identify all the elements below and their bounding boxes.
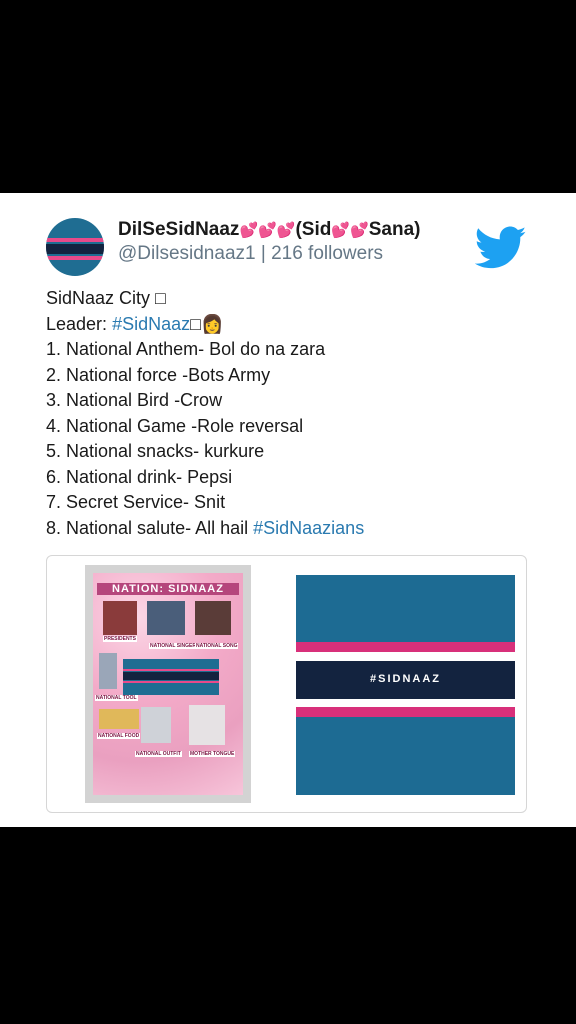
flag-stripe [123,681,219,683]
flag-stripe [296,707,515,717]
poster-label: NATIONAL TOOL [95,695,138,701]
poster-title: NATION: SIDNAAZ [97,583,239,595]
poster-label: NATIONAL OUTFIT [135,751,182,757]
poster-label: NATIONAL SINGER [149,643,197,649]
hashtag-link[interactable]: #SidNaazians [253,518,364,538]
twitter-bird-icon [475,226,527,269]
photo-thumbnail [103,601,137,635]
photo-thumbnail [189,705,225,745]
poster-flag [123,659,219,695]
poster-label: PRESIDENTS [103,636,137,642]
avatar-stripe [46,238,104,242]
hashtag-link[interactable]: #SidNaaz [112,314,190,334]
avatar[interactable] [46,218,104,276]
poster-label: NATIONAL SONG [195,643,239,649]
user-handle[interactable]: @Dilsesidnaaz1 [118,243,256,264]
photo-thumbnail [99,709,139,729]
tweet-line: 4. National Game -Role reversal [46,415,304,436]
heart-emoji: 💕💕💕 [239,222,296,239]
display-name[interactable]: DilSeSidNaaz💕💕💕(Sid💕💕Sana) [118,219,420,241]
missing-glyph-icon: □ [155,288,166,308]
tweet-line: 8. National salute- All hail #SidNaazian… [46,517,365,538]
poster-label: NATIONAL FOOD [97,733,141,739]
flag-stripe [296,699,515,707]
heart-emoji: 💕💕 [331,222,369,239]
tweet-line: 7. Secret Service- Snit [46,492,226,512]
photo-thumbnail [141,707,171,743]
tweet-text: SidNaaz City □ Leader: #SidNaaz□👩 1. Nat… [46,286,364,541]
tweet-line: 1. National Anthem- Bol do na zara [46,339,326,359]
flag-image[interactable]: #SIDNAAZ [296,575,515,795]
photo-thumbnail [147,601,185,635]
flag-text: #SIDNAAZ [369,673,441,685]
avatar-stripe [46,256,104,260]
flag-stripe [296,652,515,661]
tweet-line: 6. National drink- Pepsi [46,466,233,487]
woman-emoji-icon: 👩 [200,313,224,334]
tweet-line: 3. National Bird -Crow [46,390,223,410]
flag-stripe [123,669,219,671]
missing-glyph-icon: □ [190,313,201,334]
photo-thumbnail [195,601,231,635]
poster-image[interactable]: NATION: SIDNAAZ PRESIDENTS NATIONAL SING… [93,573,243,795]
photo-thumbnail [99,653,117,689]
follower-count: 216 followers [271,243,384,264]
flag-stripe [296,642,515,652]
tweet-line: 5. National snacks- kurkure [46,441,265,461]
user-handle-line: @Dilsesidnaaz1 | 216 followers [118,243,383,265]
tweet-line: 2. National force -Bots Army [46,364,271,385]
flag-stripe [123,672,219,680]
tweet-line: Leader: #SidNaaz□👩 [46,313,224,334]
avatar-stripe [46,244,104,254]
poster-label: MOTHER TONGUE [189,751,236,757]
separator: | [260,243,266,264]
tweet-line: SidNaaz City □ [46,288,166,308]
